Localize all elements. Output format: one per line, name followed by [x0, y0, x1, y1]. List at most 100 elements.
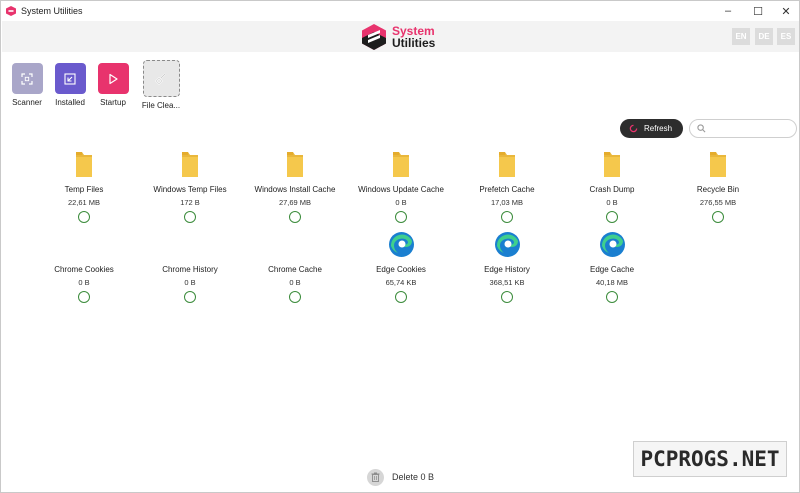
edge-icon — [348, 226, 454, 258]
clean-item-recycle-bin[interactable]: Recycle Bin 276,55 MB — [665, 146, 771, 223]
item-name: Windows Update Cache — [358, 185, 444, 194]
nav-file-cleaner[interactable]: File Clea... — [137, 60, 185, 110]
installed-icon[interactable] — [54, 63, 86, 94]
item-name: Windows Temp Files — [153, 185, 227, 194]
refresh-icon — [629, 124, 638, 133]
item-checkbox[interactable] — [501, 291, 513, 303]
item-name: Recycle Bin — [696, 185, 740, 194]
item-size: 0 B — [289, 278, 301, 287]
clean-item-chrome-cookies[interactable]: Chrome Cookies 0 B — [31, 226, 137, 303]
item-size: 368,51 KB — [489, 278, 525, 287]
app-window: System Utilities – ☐ ✕ System Utilities … — [0, 0, 800, 493]
language-es-button[interactable]: ES — [777, 28, 795, 45]
logo-text-utilities: Utilities — [392, 35, 436, 50]
search-box[interactable] — [689, 119, 797, 138]
item-name: Edge History — [484, 265, 530, 274]
item-size: 65,74 KB — [385, 278, 417, 287]
play-icon[interactable] — [97, 63, 129, 94]
clean-item-prefetch-cache[interactable]: Prefetch Cache 17,03 MB — [454, 146, 560, 223]
folder-icon — [559, 146, 665, 178]
watermark: PCPROGS.NET — [633, 441, 787, 477]
search-icon — [697, 124, 706, 133]
hexagon-logo-icon — [362, 23, 386, 50]
item-size: 276,55 MB — [699, 198, 737, 207]
item-checkbox[interactable] — [395, 211, 407, 223]
window-title: System Utilities — [21, 6, 83, 16]
item-size: 0 B — [184, 278, 196, 287]
item-name: Chrome History — [162, 265, 218, 274]
item-checkbox[interactable] — [501, 211, 513, 223]
close-button[interactable]: ✕ — [771, 1, 799, 21]
minimize-button[interactable]: – — [713, 1, 743, 21]
item-checkbox[interactable] — [289, 211, 301, 223]
folder-icon — [137, 146, 243, 178]
clean-item-edge-history[interactable]: Edge History 368,51 KB — [454, 226, 560, 303]
item-checkbox[interactable] — [606, 211, 618, 223]
folder-icon — [31, 146, 137, 178]
clean-item-edge-cache[interactable]: Edge Cache 40,18 MB — [559, 226, 665, 303]
refresh-button[interactable]: Refresh — [620, 119, 683, 138]
nav-scanner[interactable]: Scanner — [3, 63, 51, 107]
nav-scanner-label: Scanner — [12, 98, 42, 107]
item-name: Edge Cookies — [376, 265, 426, 274]
nav-startup-label: Startup — [100, 98, 126, 107]
item-size: 0 B — [395, 198, 407, 207]
language-de-button[interactable]: DE — [755, 28, 773, 45]
nav-installed-label: Installed — [55, 98, 85, 107]
item-size: 40,18 MB — [595, 278, 629, 287]
edge-icon — [559, 226, 665, 258]
delete-label: Delete 0 B — [392, 472, 435, 482]
item-name: Chrome Cache — [268, 265, 322, 274]
app-logo-icon — [6, 6, 16, 16]
item-size: 172 B — [180, 198, 200, 207]
item-checkbox[interactable] — [184, 291, 196, 303]
item-size: 27,69 MB — [278, 198, 312, 207]
maximize-button[interactable]: ☐ — [743, 1, 773, 21]
empty-icon-slot — [242, 226, 348, 258]
refresh-label: Refresh — [644, 124, 673, 133]
item-name: Prefetch Cache — [479, 185, 535, 194]
item-checkbox[interactable] — [184, 211, 196, 223]
item-name: Edge Cache — [589, 265, 635, 274]
trash-icon[interactable] — [367, 468, 384, 486]
clean-item-edge-cookies[interactable]: Edge Cookies 65,74 KB — [348, 226, 454, 303]
broom-icon[interactable] — [142, 60, 180, 97]
item-checkbox[interactable] — [78, 211, 90, 223]
item-size: 22,61 MB — [67, 198, 101, 207]
item-name: Crash Dump — [589, 185, 635, 194]
empty-icon-slot — [137, 226, 243, 258]
title-bar[interactable]: System Utilities — [1, 1, 799, 21]
empty-icon-slot — [31, 226, 137, 258]
logo-text-system: System — [392, 23, 435, 38]
nav-installed[interactable]: Installed — [46, 63, 94, 107]
clean-item-windows-temp-files[interactable]: Windows Temp Files 172 B — [137, 146, 243, 223]
folder-icon — [348, 146, 454, 178]
item-name: Windows Install Cache — [254, 185, 336, 194]
item-checkbox[interactable] — [395, 291, 407, 303]
item-checkbox[interactable] — [289, 291, 301, 303]
item-checkbox[interactable] — [712, 211, 724, 223]
clean-item-chrome-cache[interactable]: Chrome Cache 0 B — [242, 226, 348, 303]
language-en-button[interactable]: EN — [732, 28, 750, 45]
delete-action[interactable]: Delete 0 B — [367, 468, 434, 486]
nav-startup[interactable]: Startup — [89, 63, 137, 107]
edge-icon — [454, 226, 560, 258]
search-input[interactable] — [710, 124, 795, 133]
item-size: 17,03 MB — [490, 198, 524, 207]
item-checkbox[interactable] — [78, 291, 90, 303]
app-header: System Utilities EN DE ES — [2, 21, 799, 52]
clean-item-temp-files[interactable]: Temp Files 22,61 MB — [31, 146, 137, 223]
clean-item-crash-dump[interactable]: Crash Dump 0 B — [559, 146, 665, 223]
app-logo: System Utilities — [360, 21, 435, 52]
clean-item-windows-update-cache[interactable]: Windows Update Cache 0 B — [348, 146, 454, 223]
clean-item-windows-install-cache[interactable]: Windows Install Cache 27,69 MB — [242, 146, 348, 223]
item-checkbox[interactable] — [606, 291, 618, 303]
item-size: 0 B — [78, 278, 90, 287]
scan-icon[interactable] — [11, 63, 43, 94]
folder-icon — [665, 146, 771, 178]
nav-file-cleaner-label: File Clea... — [141, 101, 181, 110]
folder-icon — [242, 146, 348, 178]
item-name: Chrome Cookies — [54, 265, 114, 274]
clean-item-chrome-history[interactable]: Chrome History 0 B — [137, 226, 243, 303]
item-name: Temp Files — [64, 185, 104, 194]
